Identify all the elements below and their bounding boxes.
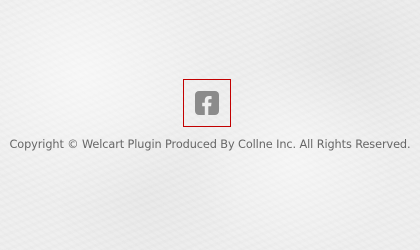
copyright-text: Copyright © Welcart Plugin Produced By C… bbox=[9, 138, 411, 151]
site-footer: Copyright © Welcart Plugin Produced By C… bbox=[0, 0, 420, 250]
social-links bbox=[183, 79, 231, 127]
facebook-link[interactable] bbox=[195, 91, 219, 115]
facebook-icon bbox=[195, 91, 219, 115]
